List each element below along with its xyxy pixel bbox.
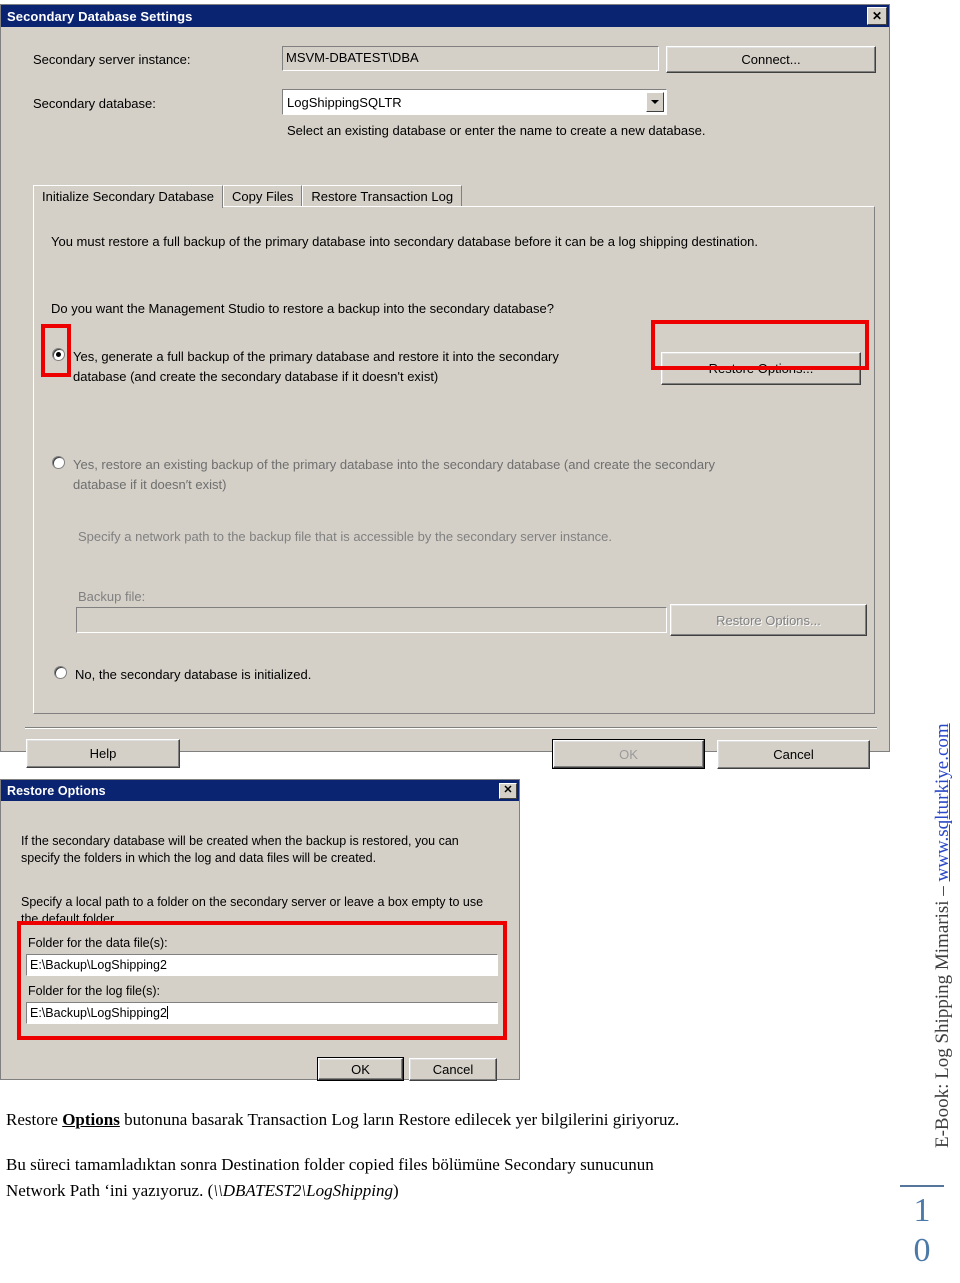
sidebar-ebook-label: E-Book: Log Shipping Mimarisi – www.sqlt…	[932, 723, 954, 1148]
restore-options-title: Restore Options	[7, 783, 106, 798]
secondary-database-combobox[interactable]: LogShippingSQLTR	[282, 89, 667, 115]
dialog-titlebar: Secondary Database Settings ✕	[1, 5, 889, 27]
secondary-database-label: Secondary database:	[33, 96, 156, 111]
tab-page-initialize-secondary-database: You must restore a full backup of the pr…	[33, 206, 875, 714]
help-button[interactable]: Help	[26, 739, 180, 768]
option2-line1: Yes, restore an existing backup of the p…	[73, 457, 715, 472]
footer-separator	[25, 727, 877, 729]
network-path-hint: Specify a network path to the backup fil…	[78, 529, 613, 544]
option-generate-full-backup-label: Yes, generate a full backup of the prima…	[73, 347, 559, 387]
tab-copy-files[interactable]: Copy Files	[223, 185, 303, 208]
tab-restore-transaction-log[interactable]: Restore Transaction Log	[302, 185, 463, 208]
connect-button[interactable]: Connect...	[666, 46, 876, 73]
restore-options-titlebar: Restore Options ✕	[1, 780, 519, 801]
backup-file-label: Backup file:	[78, 589, 146, 604]
text-caret	[166, 1006, 168, 1019]
backup-file-field[interactable]	[76, 607, 667, 633]
option-restore-existing-backup[interactable]: Yes, restore an existing backup of the p…	[52, 455, 822, 495]
cancel-button[interactable]: Cancel	[717, 740, 870, 769]
restore-options-dialog: Restore Options ✕ If the secondary datab…	[0, 779, 520, 1081]
sidebar-website-link[interactable]: www.sqlturkiye.com	[932, 723, 953, 881]
restore-options-cancel-button[interactable]: Cancel	[409, 1058, 497, 1081]
option-restore-existing-backup-label: Yes, restore an existing backup of the p…	[73, 455, 715, 495]
secondary-server-instance-label: Secondary server instance:	[33, 52, 191, 67]
page-paragraph-1: Restore Options butonuna basarak Transac…	[6, 1107, 876, 1133]
sidebar-text-prefix: E-Book: Log Shipping Mimarisi –	[932, 881, 953, 1148]
radio-generate-full-backup[interactable]	[52, 348, 65, 361]
secondary-database-value: LogShippingSQLTR	[287, 94, 402, 110]
para2-line2-suffix: )	[393, 1181, 399, 1200]
dialog-body: Secondary server instance: MSVM-DBATEST\…	[1, 27, 889, 769]
para2-network-path: \\DBATEST2\LogShipping	[213, 1181, 394, 1200]
radio-restore-existing-backup[interactable]	[52, 456, 65, 469]
page-number-digit-1: 1	[913, 1192, 931, 1229]
restore-options-ok-button[interactable]: OK	[317, 1057, 404, 1081]
para2-line2-prefix: Network Path ‘ini yazıyoruz. (	[6, 1181, 214, 1200]
tab-initialize-secondary-database[interactable]: Initialize Secondary Database	[33, 185, 223, 208]
option-already-initialized-label: No, the secondary database is initialize…	[75, 667, 312, 682]
dialog-title: Secondary Database Settings	[7, 8, 193, 24]
restore-options-button-secondary: Restore Options...	[670, 604, 867, 636]
para2-line1: Bu süreci tamamladıktan sonra Destinatio…	[6, 1155, 654, 1174]
log-folder-field[interactable]: E:\Backup\LogShipping2	[26, 1002, 498, 1024]
restore-options-body: If the secondary database will be create…	[1, 801, 519, 1081]
page-sidebar: E-Book: Log Shipping Mimarisi – www.sqlt…	[890, 0, 960, 1283]
page-number-digit-2: 0	[913, 1232, 931, 1269]
restore-options-button-primary[interactable]: Restore Options...	[661, 352, 861, 385]
log-folder-label: Folder for the log file(s):	[28, 984, 160, 998]
data-folder-field[interactable]: E:\Backup\LogShipping2	[26, 954, 498, 976]
secondary-server-instance-field[interactable]: MSVM-DBATEST\DBA	[282, 46, 659, 71]
option2-line2: database if it doesn′t exist)	[73, 477, 227, 492]
secondary-database-settings-dialog: Secondary Database Settings ✕ Secondary …	[0, 4, 890, 769]
tabstrip: Initialize Secondary Database Copy Files…	[33, 184, 463, 208]
page-paragraph-2: Bu süreci tamamladıktan sonra Destinatio…	[6, 1152, 886, 1204]
tab-intro-text: You must restore a full backup of the pr…	[51, 234, 759, 249]
restore-options-intro2-line1: Specify a local path to a folder on the …	[21, 895, 484, 909]
option1-line1: Yes, generate a full backup of the prima…	[73, 349, 559, 364]
option-already-initialized[interactable]: No, the secondary database is initialize…	[54, 665, 311, 685]
restore-options-ok-label: OK	[351, 1061, 370, 1077]
restore-options-intro2-line2: the default folder.	[21, 912, 117, 926]
restore-options-intro-line2: specify the folders in which the log and…	[21, 851, 377, 865]
page-number-rule	[900, 1185, 944, 1187]
chevron-down-icon[interactable]	[646, 92, 664, 112]
close-icon[interactable]: ✕	[867, 7, 887, 25]
secondary-database-hint: Select an existing database or enter the…	[287, 123, 706, 138]
log-folder-value: E:\Backup\LogShipping2	[30, 1006, 167, 1020]
para1-suffix: butonuna basarak Transaction Log ların R…	[119, 1110, 680, 1129]
option-generate-full-backup[interactable]: Yes, generate a full backup of the prima…	[52, 347, 652, 387]
restore-options-intro-line1: If the secondary database will be create…	[21, 834, 459, 848]
restore-options-close-icon[interactable]: ✕	[499, 782, 517, 799]
para1-bold-options: Options	[62, 1110, 120, 1129]
data-folder-label: Folder for the data file(s):	[28, 936, 168, 950]
ok-button: OK	[552, 739, 705, 769]
radio-already-initialized[interactable]	[54, 666, 67, 679]
para1-prefix: Restore	[6, 1110, 63, 1129]
tab-question-text: Do you want the Management Studio to res…	[51, 301, 554, 316]
option1-line2: database (and create the secondary datab…	[73, 369, 439, 384]
ok-button-label: OK	[619, 746, 638, 762]
